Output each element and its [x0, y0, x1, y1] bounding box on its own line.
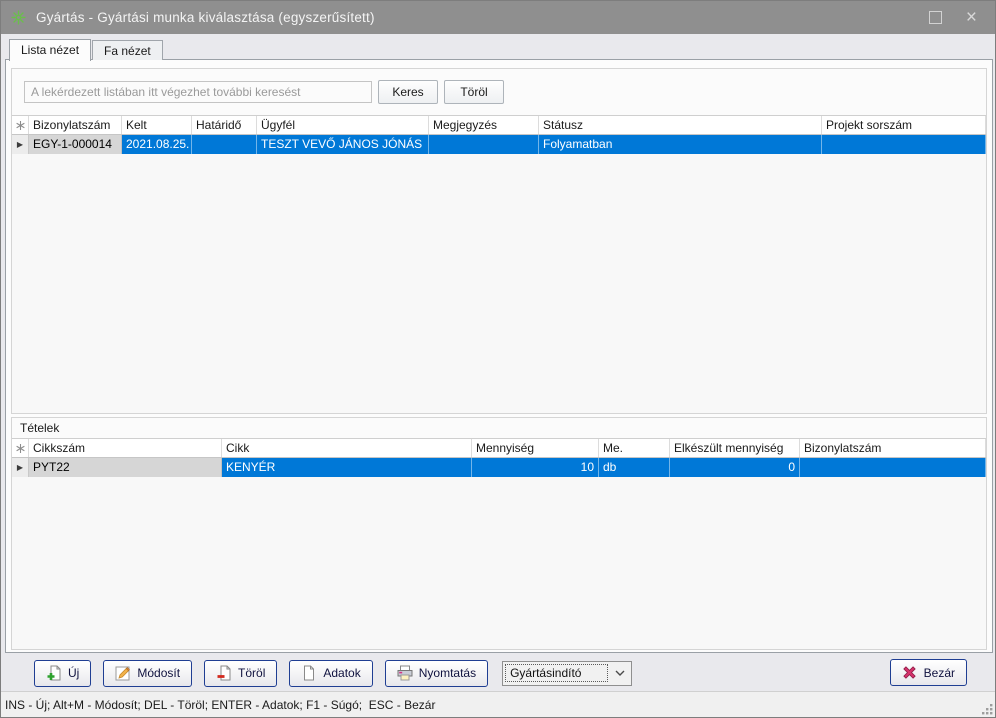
cell-kelt[interactable]: 2021.08.25. — [122, 135, 192, 154]
window-title: Gyártás - Gyártási munka kiválasztása (e… — [36, 10, 375, 25]
data-button[interactable]: Adatok — [289, 660, 372, 687]
search-input[interactable] — [24, 81, 372, 103]
column-header-bizonylatszam-items[interactable]: Bizonylatszám — [800, 439, 986, 457]
delete-button[interactable]: Töröl — [204, 660, 277, 687]
data-icon — [301, 665, 317, 681]
items-panel: Tételek Cikkszám Cikk Mennyiség Me. Elké… — [11, 417, 987, 650]
edit-icon — [115, 665, 131, 681]
items-section-label: Tételek — [12, 418, 986, 438]
cell-megjegyzes[interactable] — [429, 135, 539, 154]
cell-cikk[interactable]: KENYÉR — [222, 458, 472, 477]
column-header-elkeszult-mennyiseg[interactable]: Elkészült mennyiség — [670, 439, 800, 457]
close-dialog-button-label: Bezár — [924, 666, 955, 680]
app-icon — [11, 10, 27, 26]
modify-button-label: Módosít — [137, 666, 180, 680]
cell-cikkszam[interactable]: PYT22 — [29, 458, 222, 477]
cell-mennyiseg[interactable]: 10 — [472, 458, 599, 477]
app-window: Gyártás - Gyártási munka kiválasztása (e… — [0, 0, 996, 718]
search-button[interactable]: Keres — [378, 80, 438, 104]
statusbar-hints: INS - Új; Alt+M - Módosít; DEL - Töröl; … — [5, 698, 435, 712]
tab-lista-nezet[interactable]: Lista nézet — [9, 39, 91, 61]
column-header-kelt[interactable]: Kelt — [122, 116, 192, 134]
print-icon — [397, 665, 413, 681]
close-icon[interactable]: × — [966, 11, 977, 24]
report-select-value: Gyártásindító — [505, 664, 608, 682]
tab-page-lista: Keres Töröl Bizonylatszám Kelt Határidő … — [5, 59, 993, 653]
column-header-hatarido[interactable]: Határidő — [192, 116, 257, 134]
maximize-icon[interactable] — [929, 11, 942, 24]
modify-button[interactable]: Módosít — [103, 660, 192, 687]
orders-grid: Bizonylatszám Kelt Határidő Ügyfél Megje… — [12, 115, 986, 413]
items-grid-empty-area — [12, 477, 986, 649]
close-dialog-button[interactable]: Bezár — [890, 659, 967, 686]
grid-corner-icon[interactable] — [12, 116, 29, 134]
cell-bizonylatszam-items[interactable] — [800, 458, 986, 477]
orders-table-row[interactable]: ▶ EGY-1-000014 2021.08.25. TESZT VEVŐ JÁ… — [12, 135, 986, 154]
close-button-icon — [902, 665, 918, 681]
delete-icon — [216, 665, 232, 681]
column-header-bizonylatszam[interactable]: Bizonylatszám — [29, 116, 122, 134]
cell-statusz[interactable]: Folyamatban — [539, 135, 822, 154]
orders-grid-empty-area — [12, 154, 986, 413]
delete-button-label: Töröl — [238, 666, 265, 680]
print-button-label: Nyomtatás — [419, 666, 476, 680]
row-indicator-icon: ▶ — [12, 458, 29, 477]
column-header-cikkszam[interactable]: Cikkszám — [29, 439, 222, 457]
tab-fa-nezet[interactable]: Fa nézet — [92, 40, 163, 60]
column-header-cikk[interactable]: Cikk — [222, 439, 472, 457]
items-table-row[interactable]: ▶ PYT22 KENYÉR 10 db 0 — [12, 458, 986, 477]
new-icon — [46, 665, 62, 681]
column-header-projekt-sorszam[interactable]: Projekt sorszám — [822, 116, 986, 134]
row-indicator-icon: ▶ — [12, 135, 29, 154]
combo-chevron-icon[interactable] — [609, 670, 631, 676]
report-select[interactable]: Gyártásindító — [502, 661, 632, 686]
orders-panel: Keres Töröl Bizonylatszám Kelt Határidő … — [11, 68, 987, 414]
tab-fa-nezet-label: Fa nézet — [104, 44, 151, 58]
cell-me[interactable]: db — [599, 458, 670, 477]
new-button[interactable]: Új — [34, 660, 91, 687]
items-grid: Cikkszám Cikk Mennyiség Me. Elkészült me… — [12, 438, 986, 649]
grid-corner-icon[interactable] — [12, 439, 29, 457]
column-header-me[interactable]: Me. — [599, 439, 670, 457]
clear-search-button-label: Töröl — [460, 85, 487, 99]
search-button-label: Keres — [392, 85, 423, 99]
print-button[interactable]: Nyomtatás — [385, 660, 488, 687]
tabstrip: Lista nézet Fa nézet — [9, 38, 164, 60]
new-button-label: Új — [68, 666, 79, 680]
cell-ugyfel[interactable]: TESZT VEVŐ JÁNOS JÓNÁS — [257, 135, 429, 154]
column-header-mennyiseg[interactable]: Mennyiség — [472, 439, 599, 457]
data-button-label: Adatok — [323, 666, 360, 680]
cell-hatarido[interactable] — [192, 135, 257, 154]
cell-elkeszult-mennyiseg[interactable]: 0 — [670, 458, 800, 477]
column-header-megjegyzes[interactable]: Megjegyzés — [429, 116, 539, 134]
column-header-statusz[interactable]: Státusz — [539, 116, 822, 134]
titlebar[interactable]: Gyártás - Gyártási munka kiválasztása (e… — [1, 1, 995, 34]
items-grid-header: Cikkszám Cikk Mennyiség Me. Elkészült me… — [12, 439, 986, 458]
statusbar: INS - Új; Alt+M - Módosít; DEL - Töröl; … — [1, 691, 995, 717]
cell-bizonylatszam[interactable]: EGY-1-000014 — [29, 135, 122, 154]
clear-search-button[interactable]: Töröl — [444, 80, 504, 104]
column-header-ugyfel[interactable]: Ügyfél — [257, 116, 429, 134]
orders-grid-header: Bizonylatszám Kelt Határidő Ügyfél Megje… — [12, 116, 986, 135]
tab-lista-nezet-label: Lista nézet — [21, 43, 79, 57]
footer-toolbar: Új Módosít Töröl — [1, 659, 995, 687]
resize-grip-icon[interactable] — [980, 702, 993, 715]
cell-projekt-sorszam[interactable] — [822, 135, 986, 154]
